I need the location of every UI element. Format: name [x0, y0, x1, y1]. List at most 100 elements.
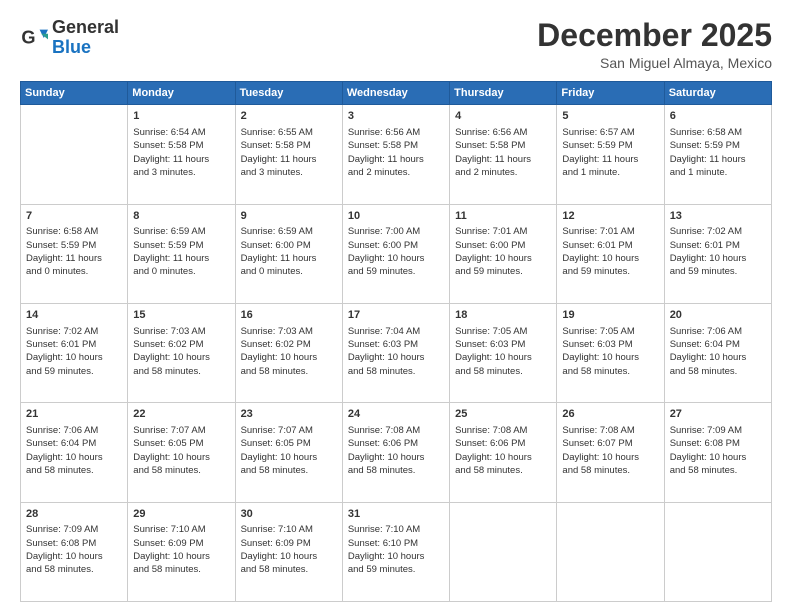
- calendar-week-0: 1Sunrise: 6:54 AM Sunset: 5:58 PM Daylig…: [21, 105, 772, 204]
- cell-info: Sunrise: 6:56 AM Sunset: 5:58 PM Dayligh…: [348, 126, 444, 179]
- cell-date: 27: [670, 407, 766, 422]
- cell-info: Sunrise: 6:57 AM Sunset: 5:59 PM Dayligh…: [562, 126, 658, 179]
- calendar-cell: [557, 502, 664, 601]
- calendar-cell: 16 Sunrise: 7:03 AM Sunset: 6:02 PM Dayli…: [235, 303, 342, 402]
- cell-info: Sunrise: 7:07 AM Sunset: 6:05 PM Dayligh…: [241, 424, 337, 477]
- calendar-cell: 28Sunrise: 7:09 AM Sunset: 6:08 PM Dayli…: [21, 502, 128, 601]
- calendar-cell: [21, 105, 128, 204]
- cell-date: 16: [241, 308, 337, 323]
- cell-date: 21: [26, 407, 122, 422]
- logo: G General Blue: [20, 18, 119, 58]
- calendar-cell: 29Sunrise: 7:10 AM Sunset: 6:09 PM Dayli…: [128, 502, 235, 601]
- cell-info: Sunrise: 7:08 AM Sunset: 6:06 PM Dayligh…: [348, 424, 444, 477]
- logo-line2: Blue: [52, 38, 119, 58]
- svg-text:G: G: [21, 27, 35, 47]
- calendar-cell: 25 Sunrise: 7:08 AM Sunset: 6:06 PM Dayli…: [450, 403, 557, 502]
- calendar-header-row: SundayMondayTuesdayWednesdayThursdayFrid…: [21, 82, 772, 105]
- calendar-cell: 3 Sunrise: 6:56 AM Sunset: 5:58 PM Daylig…: [342, 105, 449, 204]
- calendar-cell: 21 Sunrise: 7:06 AM Sunset: 6:04 PM Dayli…: [21, 403, 128, 502]
- cell-info: Sunrise: 6:58 AM Sunset: 5:59 PM Dayligh…: [670, 126, 766, 179]
- logo-icon: G: [20, 24, 48, 52]
- cell-date: 10: [348, 209, 444, 224]
- cell-info: Sunrise: 7:09 AM Sunset: 6:08 PM Dayligh…: [670, 424, 766, 477]
- cell-info: Sunrise: 7:09 AM Sunset: 6:08 PM Dayligh…: [26, 523, 122, 576]
- cell-date: 23: [241, 407, 337, 422]
- cell-date: 9: [241, 209, 337, 224]
- cell-date: 11: [455, 209, 551, 224]
- calendar-cell: 5 Sunrise: 6:57 AM Sunset: 5:59 PM Daylig…: [557, 105, 664, 204]
- cell-date: 28: [26, 507, 122, 522]
- day-header-saturday: Saturday: [664, 82, 771, 105]
- cell-date: 12: [562, 209, 658, 224]
- calendar-week-3: 21 Sunrise: 7:06 AM Sunset: 6:04 PM Dayli…: [21, 403, 772, 502]
- cell-info: Sunrise: 7:08 AM Sunset: 6:06 PM Dayligh…: [455, 424, 551, 477]
- calendar-cell: 31Sunrise: 7:10 AM Sunset: 6:10 PM Dayli…: [342, 502, 449, 601]
- day-header-sunday: Sunday: [21, 82, 128, 105]
- cell-info: Sunrise: 7:03 AM Sunset: 6:02 PM Dayligh…: [133, 325, 229, 378]
- cell-info: Sunrise: 7:08 AM Sunset: 6:07 PM Dayligh…: [562, 424, 658, 477]
- cell-date: 5: [562, 109, 658, 124]
- calendar-cell: 7Sunrise: 6:58 AM Sunset: 5:59 PM Daylig…: [21, 204, 128, 303]
- calendar-cell: 10Sunrise: 7:00 AM Sunset: 6:00 PM Dayli…: [342, 204, 449, 303]
- cell-date: 24: [348, 407, 444, 422]
- cell-info: Sunrise: 7:05 AM Sunset: 6:03 PM Dayligh…: [562, 325, 658, 378]
- cell-info: Sunrise: 7:00 AM Sunset: 6:00 PM Dayligh…: [348, 225, 444, 278]
- day-header-wednesday: Wednesday: [342, 82, 449, 105]
- calendar-cell: 9Sunrise: 6:59 AM Sunset: 6:00 PM Daylig…: [235, 204, 342, 303]
- cell-info: Sunrise: 7:02 AM Sunset: 6:01 PM Dayligh…: [26, 325, 122, 378]
- cell-date: 20: [670, 308, 766, 323]
- calendar-cell: 23 Sunrise: 7:07 AM Sunset: 6:05 PM Dayli…: [235, 403, 342, 502]
- cell-info: Sunrise: 6:58 AM Sunset: 5:59 PM Dayligh…: [26, 225, 122, 278]
- cell-date: 25: [455, 407, 551, 422]
- calendar-cell: 4 Sunrise: 6:56 AM Sunset: 5:58 PM Daylig…: [450, 105, 557, 204]
- cell-info: Sunrise: 7:07 AM Sunset: 6:05 PM Dayligh…: [133, 424, 229, 477]
- page: G General Blue December 2025 San Miguel …: [0, 0, 792, 612]
- calendar-week-1: 7Sunrise: 6:58 AM Sunset: 5:59 PM Daylig…: [21, 204, 772, 303]
- cell-date: 7: [26, 209, 122, 224]
- calendar-week-2: 14 Sunrise: 7:02 AM Sunset: 6:01 PM Dayli…: [21, 303, 772, 402]
- cell-date: 2: [241, 109, 337, 124]
- cell-date: 6: [670, 109, 766, 124]
- calendar-cell: 11Sunrise: 7:01 AM Sunset: 6:00 PM Dayli…: [450, 204, 557, 303]
- cell-info: Sunrise: 7:03 AM Sunset: 6:02 PM Dayligh…: [241, 325, 337, 378]
- cell-date: 13: [670, 209, 766, 224]
- calendar-cell: 20 Sunrise: 7:06 AM Sunset: 6:04 PM Dayli…: [664, 303, 771, 402]
- cell-info: Sunrise: 6:56 AM Sunset: 5:58 PM Dayligh…: [455, 126, 551, 179]
- cell-date: 14: [26, 308, 122, 323]
- calendar-cell: 26 Sunrise: 7:08 AM Sunset: 6:07 PM Dayli…: [557, 403, 664, 502]
- day-header-friday: Friday: [557, 82, 664, 105]
- cell-date: 22: [133, 407, 229, 422]
- cell-date: 31: [348, 507, 444, 522]
- cell-info: Sunrise: 7:01 AM Sunset: 6:01 PM Dayligh…: [562, 225, 658, 278]
- cell-info: Sunrise: 7:04 AM Sunset: 6:03 PM Dayligh…: [348, 325, 444, 378]
- cell-info: Sunrise: 7:06 AM Sunset: 6:04 PM Dayligh…: [670, 325, 766, 378]
- header: G General Blue December 2025 San Miguel …: [20, 18, 772, 71]
- cell-info: Sunrise: 7:10 AM Sunset: 6:10 PM Dayligh…: [348, 523, 444, 576]
- day-header-monday: Monday: [128, 82, 235, 105]
- cell-info: Sunrise: 7:06 AM Sunset: 6:04 PM Dayligh…: [26, 424, 122, 477]
- cell-date: 4: [455, 109, 551, 124]
- cell-date: 26: [562, 407, 658, 422]
- cell-info: Sunrise: 6:59 AM Sunset: 6:00 PM Dayligh…: [241, 225, 337, 278]
- calendar-cell: 6 Sunrise: 6:58 AM Sunset: 5:59 PM Daylig…: [664, 105, 771, 204]
- calendar-cell: 19Sunrise: 7:05 AM Sunset: 6:03 PM Dayli…: [557, 303, 664, 402]
- cell-date: 8: [133, 209, 229, 224]
- cell-date: 3: [348, 109, 444, 124]
- cell-date: 29: [133, 507, 229, 522]
- cell-date: 17: [348, 308, 444, 323]
- calendar-cell: 18Sunrise: 7:05 AM Sunset: 6:03 PM Dayli…: [450, 303, 557, 402]
- cell-info: Sunrise: 7:10 AM Sunset: 6:09 PM Dayligh…: [241, 523, 337, 576]
- calendar-cell: 17 Sunrise: 7:04 AM Sunset: 6:03 PM Dayli…: [342, 303, 449, 402]
- cell-date: 1: [133, 109, 229, 124]
- calendar-cell: 2Sunrise: 6:55 AM Sunset: 5:58 PM Daylig…: [235, 105, 342, 204]
- calendar-cell: 27 Sunrise: 7:09 AM Sunset: 6:08 PM Dayli…: [664, 403, 771, 502]
- calendar-cell: 22 Sunrise: 7:07 AM Sunset: 6:05 PM Dayli…: [128, 403, 235, 502]
- cell-date: 30: [241, 507, 337, 522]
- calendar-cell: 24 Sunrise: 7:08 AM Sunset: 6:06 PM Dayli…: [342, 403, 449, 502]
- calendar-cell: 12Sunrise: 7:01 AM Sunset: 6:01 PM Dayli…: [557, 204, 664, 303]
- calendar-cell: [664, 502, 771, 601]
- calendar-cell: 1Sunrise: 6:54 AM Sunset: 5:58 PM Daylig…: [128, 105, 235, 204]
- calendar-table: SundayMondayTuesdayWednesdayThursdayFrid…: [20, 81, 772, 602]
- cell-date: 18: [455, 308, 551, 323]
- logo-line1: General: [52, 18, 119, 38]
